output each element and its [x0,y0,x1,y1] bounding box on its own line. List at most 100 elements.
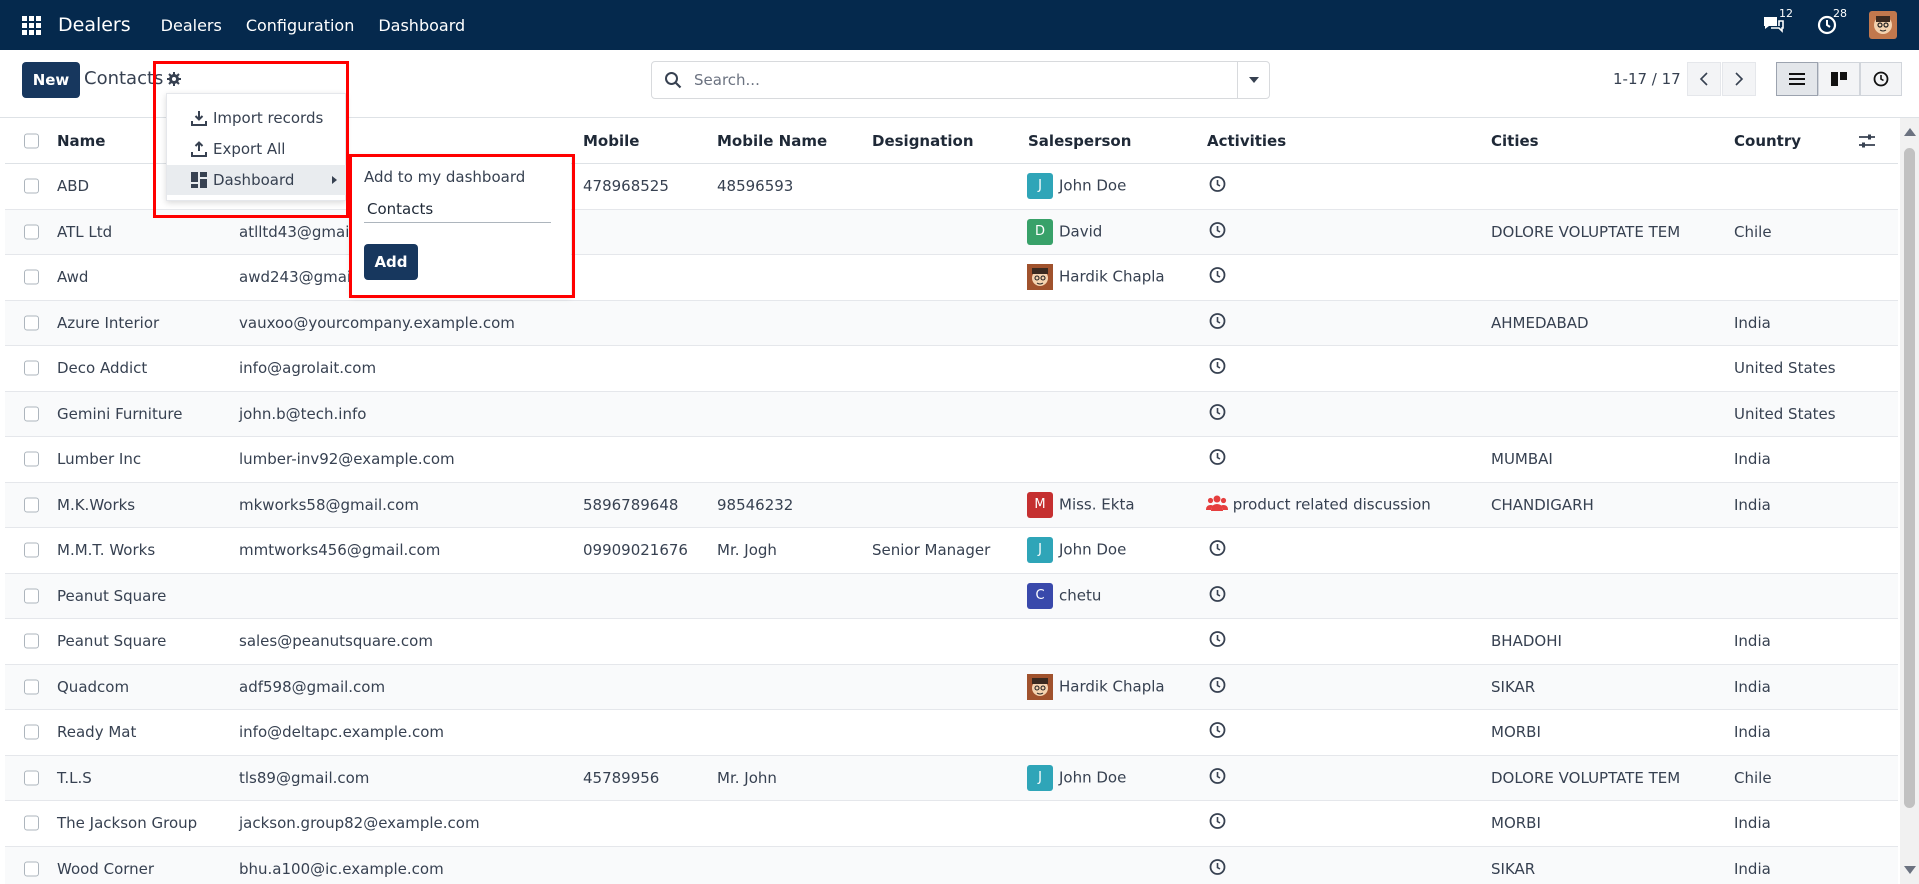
menu-dealers[interactable]: Dealers [161,16,222,35]
cell-salesperson[interactable]: Hardik Chapla [1027,264,1165,291]
activity-clock-icon[interactable] [1209,221,1226,242]
cell-salesperson[interactable]: Cchetu [1027,582,1101,609]
table-row[interactable]: M.M.T. Works mmtworks456@gmail.com 0990902… [5,528,1898,574]
messages-button[interactable]: 12 [1761,7,1793,37]
col-name[interactable]: Name [57,132,105,150]
pager-value[interactable]: 1-17 / 17 [1613,70,1681,88]
table-row[interactable]: Quadcom adf598@gmail.com Hardik Chapla SIKA… [5,664,1898,710]
cell-country: India [1734,495,1771,514]
col-cities[interactable]: Cities [1491,132,1539,150]
row-checkbox[interactable] [24,497,39,513]
activity-clock-icon[interactable] [1209,585,1226,606]
cell-email: jackson.group82@example.com [239,814,480,833]
export-all-item[interactable]: Export All [167,134,347,164]
row-checkbox[interactable] [24,224,39,240]
activity-clock-icon[interactable] [1209,813,1226,834]
activity-clock-icon[interactable] [1209,403,1226,424]
row-checkbox[interactable] [24,588,39,604]
table-row[interactable]: Wood Corner bhu.a100@ic.example.com SIKAR I… [5,846,1898,884]
app-brand[interactable]: Dealers [58,14,131,36]
table-row[interactable]: Lumber Inc lumber-inv92@example.com MUMBAI… [5,437,1898,483]
col-salesperson[interactable]: Salesperson [1028,132,1131,150]
cell-salesperson[interactable]: D David [1027,218,1102,245]
table-row[interactable]: Awd awd243@gmai Hardik Chapla [5,255,1898,301]
table-row[interactable]: M.K.Works mkworks58@gmail.com 5896789648 98… [5,482,1898,528]
row-checkbox[interactable] [24,360,39,376]
activity-clock-icon[interactable] [1209,267,1226,288]
user-avatar[interactable] [1869,11,1897,39]
row-checkbox[interactable] [24,633,39,649]
cell-salesperson[interactable]: J John Doe [1027,537,1126,564]
activity-clock-icon[interactable] [1209,722,1226,743]
cell-country: India [1734,723,1771,742]
row-checkbox[interactable] [24,724,39,740]
activities-button[interactable]: 28 [1815,7,1847,37]
pager-next-button[interactable] [1722,62,1756,96]
table-row[interactable]: Ready Mat info@deltapc.example.com MORBI In… [5,710,1898,756]
activity-clock-icon[interactable] [1209,540,1226,561]
col-designation[interactable]: Designation [872,132,974,150]
column-settings-icon[interactable] [1858,133,1876,149]
menu-dashboard[interactable]: Dashboard [378,16,465,35]
list-view-button[interactable] [1776,62,1818,96]
table-row[interactable]: T.L.S tls89@gmail.com 45789956 Mr. John J Joh… [5,755,1898,801]
cell-salesperson[interactable]: Hardik Chapla [1027,673,1165,700]
user-face-icon [1874,16,1892,34]
cell-activity[interactable]: product related discussion [1206,494,1431,516]
dashboard-item[interactable]: Dashboard [167,165,347,195]
col-activities[interactable]: Activities [1207,132,1286,150]
activity-clock-icon[interactable] [1209,858,1226,879]
cell-salesperson[interactable]: J John Doe [1027,173,1126,200]
activity-clock-icon[interactable] [1209,176,1226,197]
kanban-view-button[interactable] [1818,62,1860,96]
activity-view-button[interactable] [1860,62,1902,96]
activity-clock-icon[interactable] [1209,676,1226,697]
table-row[interactable]: Deco Addict info@agrolait.com United State… [5,346,1898,392]
dashboard-name-input[interactable] [364,195,551,223]
table-row[interactable]: Azure Interior vauxoo@yourcompany.example… [5,300,1898,346]
row-checkbox[interactable] [24,861,39,877]
table-row[interactable]: Peanut Square sales@peanutsquare.com BHADO… [5,619,1898,665]
row-checkbox[interactable] [24,679,39,695]
row-checkbox[interactable] [24,542,39,558]
scroll-thumb[interactable] [1904,148,1915,808]
pager-previous-button[interactable] [1687,62,1721,96]
add-button[interactable]: Add [364,244,418,280]
apps-grid-icon[interactable] [22,16,42,35]
table-row[interactable]: Gemini Furniture john.b@tech.info United S… [5,391,1898,437]
activity-clock-icon[interactable] [1209,358,1226,379]
row-checkbox[interactable] [24,815,39,831]
chevron-left-icon [1699,72,1708,86]
import-records-item[interactable]: Import records [167,103,347,133]
gear-icon[interactable] [166,71,182,87]
vertical-scrollbar[interactable] [1900,118,1919,884]
menu-configuration[interactable]: Configuration [246,16,355,35]
row-checkbox[interactable] [24,406,39,422]
table-row[interactable]: The Jackson Group jackson.group82@example… [5,801,1898,847]
cell-country: India [1734,814,1771,833]
new-button[interactable]: New [22,62,80,98]
cell-salesperson[interactable]: M Miss. Ekta [1027,491,1135,518]
row-checkbox[interactable] [24,269,39,285]
col-mobile[interactable]: Mobile [583,132,639,150]
table-row[interactable]: Peanut Square Cchetu [5,573,1898,619]
col-mobile-name[interactable]: Mobile Name [717,132,827,150]
scroll-up-arrow-icon[interactable] [1904,128,1916,136]
activity-clock-icon[interactable] [1209,631,1226,652]
table-row[interactable]: ATL Ltd atlltd43@gmail D David DOLORE VOLUPT… [5,209,1898,255]
row-checkbox[interactable] [24,315,39,331]
cell-salesperson[interactable]: J John Doe [1027,764,1126,791]
activity-clock-icon[interactable] [1209,449,1226,470]
row-checkbox[interactable] [24,178,39,194]
row-checkbox[interactable] [24,770,39,786]
scroll-down-arrow-icon[interactable] [1904,866,1916,874]
search-input[interactable] [694,71,1234,89]
cell-name: Peanut Square [57,586,167,605]
col-country[interactable]: Country [1734,132,1801,150]
search-options-toggle[interactable] [1237,62,1269,98]
activity-clock-icon[interactable] [1209,767,1226,788]
row-checkbox[interactable] [24,451,39,467]
cell-city: SIKAR [1491,859,1536,878]
select-all-checkbox[interactable] [24,133,39,148]
activity-clock-icon[interactable] [1209,312,1226,333]
